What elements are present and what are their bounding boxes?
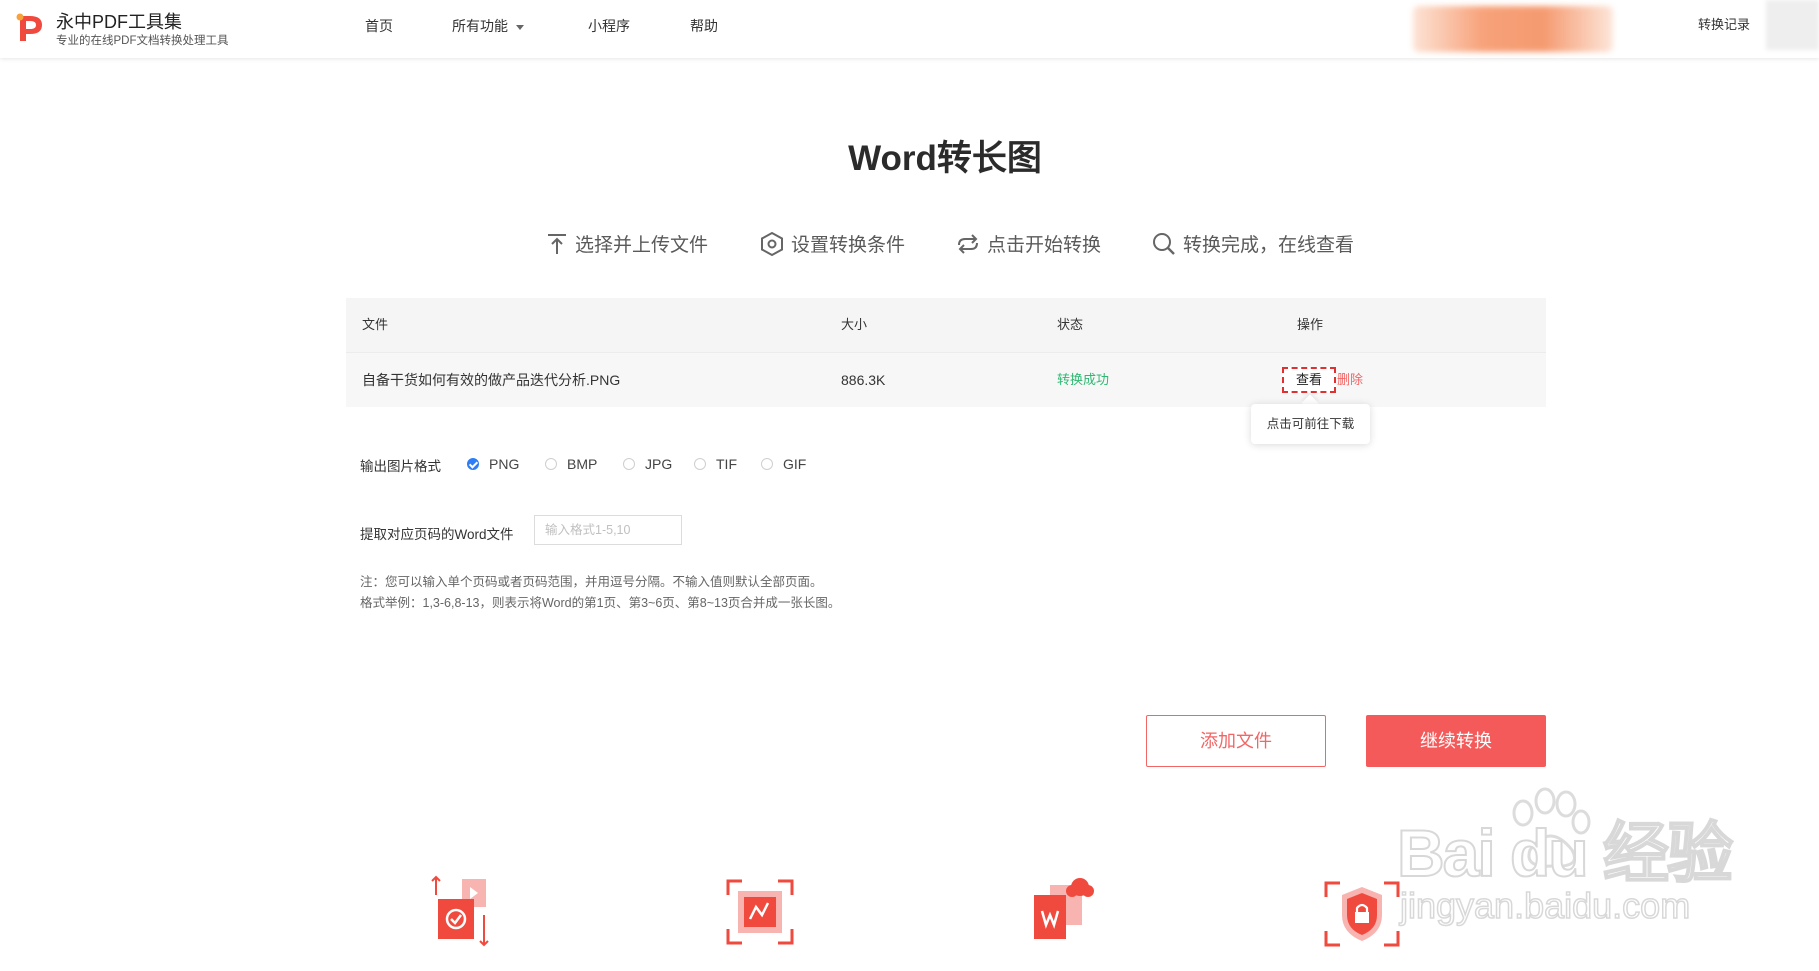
radio-jpg-label: JPG [645, 456, 673, 472]
convert-icon [958, 233, 978, 254]
step-convert: 点击开始转换 [955, 230, 1101, 257]
nav-all-features-label: 所有功能 [452, 18, 508, 34]
format-label: 输出图片格式 [360, 459, 441, 474]
step-upload: 选择并上传文件 [545, 230, 708, 257]
radio-unchecked-icon [694, 458, 706, 470]
step-settings-label: 设置转换条件 [791, 235, 906, 256]
step-view-label: 转换完成，在线查看 [1183, 235, 1355, 256]
radio-bmp[interactable]: BMP [545, 456, 597, 472]
download-tooltip: 点击可前往下载 [1251, 404, 1370, 444]
upload-check-icon [431, 875, 489, 947]
continue-convert-button[interactable]: 继续转换 [1366, 715, 1546, 767]
nav-help[interactable]: 帮助 [690, 16, 718, 36]
logo-icon[interactable] [14, 10, 48, 44]
watermark-line-2: jingyan.baidu.com [1399, 884, 1691, 927]
radio-unchecked-icon [623, 458, 635, 470]
brand-name[interactable]: 永中PDF工具集 [56, 8, 182, 34]
radio-tif[interactable]: TIF [694, 456, 737, 472]
step-upload-label: 选择并上传文件 [575, 235, 709, 256]
note-line-1: 注：您可以输入单个页码或者页码范围，并用逗号分隔。不输入值则默认全部页面。 [360, 575, 823, 589]
promo-banner[interactable] [1413, 6, 1613, 52]
avatar[interactable] [1766, 0, 1819, 50]
page-title: Word转长图 [848, 139, 1042, 178]
note-line-2: 格式举例：1,3-6,8-13，则表示将Word的第1页、第3~6页、第8~13… [360, 596, 841, 610]
radio-png[interactable]: PNG [467, 456, 519, 472]
nav-mini-program[interactable]: 小程序 [588, 16, 630, 36]
image-frame-icon [726, 879, 794, 945]
nav-all-features[interactable]: 所有功能 [452, 16, 524, 36]
radio-jpg[interactable]: JPG [623, 456, 672, 472]
watermark-line-1: Bai du 经验 [1396, 815, 1734, 891]
radio-gif-label: GIF [783, 456, 807, 472]
file-name: 自备干货如何有效的做产品迭代分析.PNG [362, 372, 621, 388]
brand-tagline: 专业的在线PDF文档转换处理工具 [56, 35, 229, 47]
col-file: 文件 [362, 317, 389, 332]
step-convert-label: 点击开始转换 [987, 235, 1102, 256]
radio-checked-icon [467, 458, 479, 470]
top-header: 永中PDF工具集 专业的在线PDF文档转换处理工具 首页 所有功能 小程序 帮助… [0, 0, 1819, 58]
file-size: 886.3K [841, 372, 886, 388]
conversion-record-link[interactable]: 转换记录 [1698, 14, 1750, 33]
upload-icon [548, 233, 566, 254]
col-size: 大小 [841, 317, 868, 332]
page-range-label: 提取对应页码的Word文件 [360, 527, 514, 542]
search-icon [1153, 232, 1175, 255]
page-range-input[interactable] [534, 515, 682, 545]
col-status: 状态 [1057, 317, 1084, 332]
status-badge: 转换成功 [1057, 372, 1110, 387]
word-cloud-icon [1034, 878, 1094, 939]
radio-png-label: PNG [489, 456, 520, 472]
step-settings: 设置转换条件 [759, 230, 905, 257]
add-file-button[interactable]: 添加文件 [1146, 715, 1326, 767]
radio-unchecked-icon [545, 458, 557, 470]
step-view: 转换完成，在线查看 [1151, 230, 1354, 257]
col-action: 操作 [1297, 317, 1324, 332]
table-row: 自备干货如何有效的做产品迭代分析.PNG 886.3K 转换成功 查看 删除 [346, 352, 1546, 407]
delete-button[interactable]: 删除 [1337, 353, 1363, 407]
view-button[interactable]: 查看 [1282, 367, 1336, 393]
nav-home[interactable]: 首页 [365, 16, 393, 36]
radio-unchecked-icon [761, 458, 773, 470]
chevron-down-icon [516, 24, 524, 30]
radio-tif-label: TIF [716, 456, 737, 472]
file-table: 文件 大小 状态 操作 自备干货如何有效的做产品迭代分析.PNG 886.3K … [346, 298, 1546, 407]
radio-gif[interactable]: GIF [761, 456, 806, 472]
table-header: 文件 大小 状态 操作 [346, 298, 1546, 352]
radio-bmp-label: BMP [567, 456, 598, 472]
settings-icon [761, 231, 783, 256]
